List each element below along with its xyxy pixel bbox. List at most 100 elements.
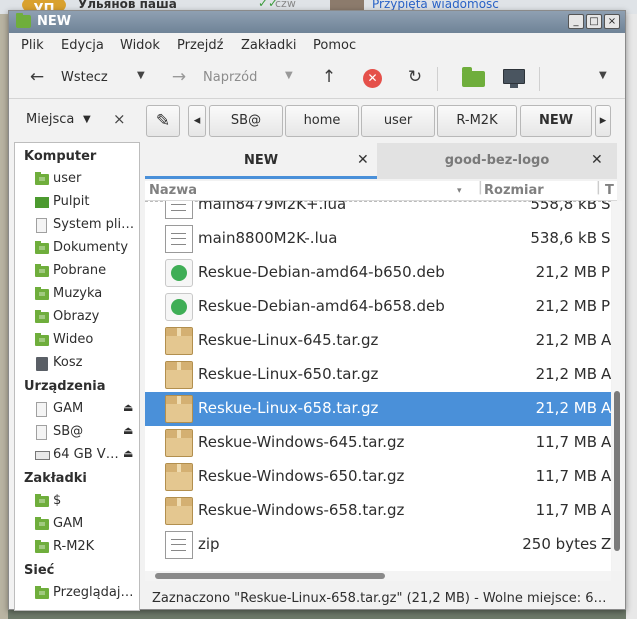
section-heading-computer: Komputer xyxy=(24,149,97,164)
file-size: 21,2 MB xyxy=(535,263,597,281)
path-scroll-right-icon[interactable]: ▸ xyxy=(595,105,611,137)
column-size-header[interactable]: Rozmiar xyxy=(484,183,544,198)
sort-chevron-icon[interactable]: ▾ xyxy=(457,186,462,196)
sidebar-item-label: GAM xyxy=(53,516,84,531)
file-name: main8800M2K-.lua xyxy=(198,229,338,247)
back-button[interactable]: Wstecz xyxy=(61,70,108,85)
chevron-down-icon[interactable]: ▼ xyxy=(83,114,91,125)
places-sidebar: Komputer user Pulpit System pli… Dokumen… xyxy=(14,142,140,611)
file-size: 21,2 MB xyxy=(535,297,597,315)
column-name-header[interactable]: Nazwa xyxy=(149,183,197,198)
back-arrow-icon[interactable]: ← xyxy=(27,67,47,87)
forward-history-dropdown-icon[interactable]: ▼ xyxy=(285,70,293,81)
menu-plik[interactable]: Plik xyxy=(21,38,44,53)
menu-bar: Plik Edycja Widok Przejdź Zakładki Pomoc xyxy=(9,33,625,57)
tab-bar: NEW ✕ good-bez-logo ✕ xyxy=(140,143,625,179)
archive-icon xyxy=(165,463,193,491)
path-segment-rm2k[interactable]: R-M2K xyxy=(437,105,517,137)
file-row-selected[interactable]: Reskue-Linux-658.tar.gz 21,2 MB A xyxy=(145,392,611,426)
text-file-icon xyxy=(165,201,193,219)
close-sidebar-icon[interactable]: × xyxy=(113,110,126,128)
file-name: Reskue-Windows-650.tar.gz xyxy=(198,467,405,485)
close-tab-icon[interactable]: ✕ xyxy=(591,152,603,168)
close-button[interactable]: × xyxy=(604,14,620,29)
sidebar-item-label: SB@ xyxy=(53,424,84,439)
file-row[interactable]: main8800M2K-.lua 538,6 kB S xyxy=(145,222,611,256)
eject-icon[interactable]: ⏏ xyxy=(123,424,133,437)
folder-icon xyxy=(16,13,31,28)
deb-package-icon xyxy=(165,259,193,287)
up-arrow-icon[interactable]: ↑ xyxy=(319,67,339,87)
background-left-edge xyxy=(0,14,8,619)
file-row[interactable]: Reskue-Windows-650.tar.gz 11,7 MB A xyxy=(145,460,611,494)
home-folder-icon[interactable] xyxy=(462,67,485,87)
back-history-dropdown-icon[interactable]: ▼ xyxy=(137,70,145,81)
column-type-header[interactable]: T xyxy=(605,183,614,198)
file-size: 21,2 MB xyxy=(535,399,597,417)
sidebar-item-label: Kosz xyxy=(53,355,83,370)
file-size: 11,7 MB xyxy=(535,467,597,485)
menu-pomoc[interactable]: Pomoc xyxy=(313,38,356,53)
sidebar-item-label: Wideo xyxy=(53,332,94,347)
vertical-scrollbar[interactable] xyxy=(612,201,622,571)
file-row[interactable]: Reskue-Debian-amd64-b650.deb 21,2 MB P xyxy=(145,256,611,290)
sidebar-item-label: Przeglądaj… xyxy=(53,585,134,600)
file-type: A xyxy=(601,467,611,485)
forward-arrow-icon[interactable]: → xyxy=(169,67,189,87)
column-separator: | xyxy=(596,180,601,195)
menu-zakladki[interactable]: Zakładki xyxy=(241,38,296,53)
file-type: A xyxy=(601,399,611,417)
menu-przejdz[interactable]: Przejdź xyxy=(177,38,223,53)
path-segment-new[interactable]: NEW xyxy=(520,105,592,137)
file-manager-window: NEW _ □ × Plik Edycja Widok Przejdź Zakł… xyxy=(8,10,626,611)
file-size: 21,2 MB xyxy=(535,331,597,349)
toolbar-overflow-icon[interactable]: ▼ xyxy=(599,70,607,81)
path-scroll-left-icon[interactable]: ◂ xyxy=(188,105,206,137)
file-row[interactable]: Reskue-Debian-amd64-b658.deb 21,2 MB P xyxy=(145,290,611,324)
horizontal-scrollbar[interactable] xyxy=(145,571,611,581)
desktop-icon xyxy=(35,197,49,208)
sidebar-item-label: R-M2K xyxy=(53,539,95,554)
path-segment-home[interactable]: home xyxy=(285,105,359,137)
status-text: Zaznaczono "Reskue-Linux-658.tar.gz" (21… xyxy=(152,591,607,606)
main-pane: ✎ ◂ SB@ home user R-M2K NEW ▸ NEW ✕ good… xyxy=(140,100,625,611)
places-dropdown[interactable]: Miejsca xyxy=(26,112,74,127)
file-type: P xyxy=(601,263,611,281)
computer-icon[interactable] xyxy=(503,69,525,84)
toolbar-separator xyxy=(539,67,540,91)
folder-icon xyxy=(35,494,49,507)
file-row[interactable]: zip 250 bytes Z xyxy=(145,528,611,562)
folder-icon xyxy=(35,241,49,254)
reload-icon[interactable]: ↻ xyxy=(405,67,425,87)
edit-path-button[interactable]: ✎ xyxy=(146,105,180,137)
stop-icon[interactable]: ✕ xyxy=(363,69,382,88)
background-right-edge xyxy=(626,14,637,619)
vertical-scroll-thumb[interactable] xyxy=(614,391,620,551)
file-size: 11,7 MB xyxy=(535,501,597,519)
title-bar[interactable]: NEW _ □ × xyxy=(9,11,625,33)
network-folder-icon xyxy=(35,586,49,599)
eject-icon[interactable]: ⏏ xyxy=(123,401,133,414)
forward-button[interactable]: Naprzód xyxy=(203,70,257,85)
file-row[interactable]: main8479M2K+.lua 558,8 kB S xyxy=(145,201,611,222)
file-row[interactable]: Reskue-Linux-645.tar.gz 21,2 MB A xyxy=(145,324,611,358)
tab-good-bez-logo[interactable]: good-bez-logo ✕ xyxy=(377,143,617,179)
horizontal-scroll-thumb[interactable] xyxy=(155,573,385,579)
menu-widok[interactable]: Widok xyxy=(120,38,160,53)
eject-icon[interactable]: ⏏ xyxy=(123,447,133,460)
sidebar-item-label: System pli… xyxy=(53,217,135,232)
path-segment-user[interactable]: user xyxy=(361,105,435,137)
tab-new[interactable]: NEW ✕ xyxy=(145,143,377,179)
file-row[interactable]: Reskue-Windows-658.tar.gz 11,7 MB A xyxy=(145,494,611,528)
file-row[interactable]: Reskue-Linux-650.tar.gz 21,2 MB A xyxy=(145,358,611,392)
sidebar-item-label: 64 GB V… xyxy=(53,447,119,462)
path-segment-sb[interactable]: SB@ xyxy=(209,105,283,137)
section-heading-network: Sieć xyxy=(24,563,55,578)
maximize-button[interactable]: □ xyxy=(586,14,602,29)
column-headers: Nazwa ▾ | Rozmiar | T xyxy=(145,180,617,201)
close-tab-icon[interactable]: ✕ xyxy=(357,152,369,168)
file-type: A xyxy=(601,331,611,349)
minimize-button[interactable]: _ xyxy=(568,14,584,29)
menu-edycja[interactable]: Edycja xyxy=(61,38,104,53)
file-row[interactable]: Reskue-Windows-645.tar.gz 11,7 MB A xyxy=(145,426,611,460)
